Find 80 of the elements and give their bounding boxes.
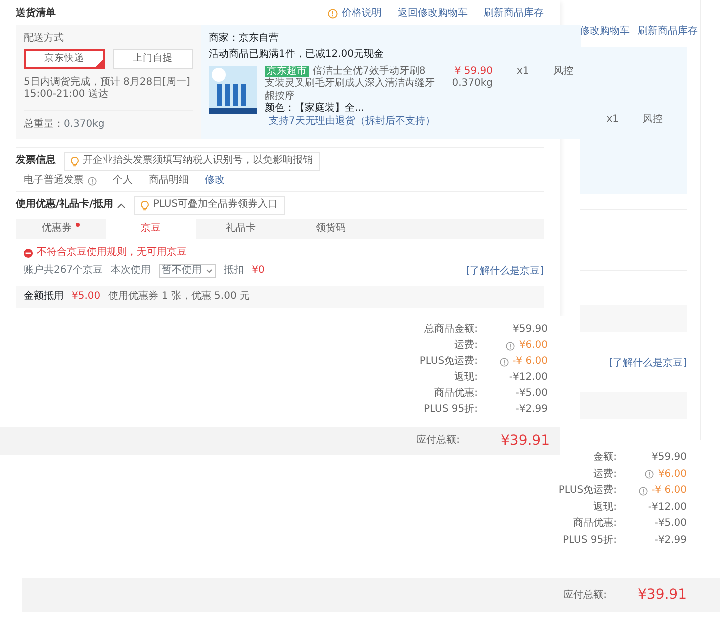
help-link[interactable]: [了解什么是京豆] xyxy=(466,266,544,278)
field-label: 抵扣 xyxy=(224,264,244,278)
field-label: 本次使用 xyxy=(111,264,152,278)
discount-value: ¥5.00 xyxy=(72,291,101,304)
section-title: 发票信息 xyxy=(16,155,56,168)
total-value: ¥59.90 xyxy=(513,324,548,337)
total-label: 商品优惠: xyxy=(434,388,478,401)
total-label: 金额: xyxy=(594,453,617,464)
total-label: 运费: xyxy=(454,340,478,353)
discount-text: 使用优惠券 1 张，优惠 5.00 元 xyxy=(108,291,250,304)
invoice-content: 商品明细 xyxy=(149,174,189,188)
field-label: 配送方式 xyxy=(24,32,65,45)
error-text: 不符合京豆使用规则，无可用京豆 xyxy=(37,247,187,260)
total-label: PLUS免运费: xyxy=(558,486,617,496)
section-title: 使用优惠/礼品卡/抵用 xyxy=(16,199,114,212)
caret-icon xyxy=(206,268,214,274)
shipping-option[interactable]: 京东快递 xyxy=(24,49,105,69)
status-text: 风控 xyxy=(643,114,663,126)
variant-text: 颜色：【家庭装】全... xyxy=(265,103,366,116)
return-policy: 支持7天无理由退货（拆封后不支持） xyxy=(269,116,436,128)
total-value: -¥5.00 xyxy=(516,388,548,401)
edit-link[interactable]: 修改 xyxy=(205,174,225,188)
total-label: PLUS 95折: xyxy=(562,536,617,546)
field-label: 金额抵用 xyxy=(24,291,64,304)
total-label: 返现: xyxy=(454,372,478,385)
total-value: ¥59.90 xyxy=(652,453,687,464)
payable-label: 应付总额: xyxy=(564,590,607,602)
total-value: -¥5.00 xyxy=(654,519,687,530)
help-link[interactable]: [了解什么是京豆] xyxy=(609,358,687,368)
quantity-text: x1 xyxy=(517,66,530,78)
total-label: PLUS 95折: xyxy=(424,404,478,417)
header-link[interactable]: 刷新商品库存 xyxy=(484,8,544,20)
price-text: ¥ 59.90 xyxy=(454,66,493,78)
seller-text: 商家：京东自营 xyxy=(209,32,280,45)
total-value: ¥6.00 xyxy=(519,340,548,353)
quantity-text: x1 xyxy=(606,114,619,126)
info-icon xyxy=(88,176,97,186)
total-value: ¥6.00 xyxy=(658,470,687,480)
total-label: 商品优惠: xyxy=(574,519,617,530)
total-value: -¥ 6.00 xyxy=(512,356,548,369)
total-value: -¥2.99 xyxy=(516,404,548,417)
shipping-option[interactable]: 上门自提 xyxy=(112,49,193,69)
error-icon xyxy=(24,249,33,258)
total-value: -¥12.00 xyxy=(648,502,687,513)
total-value: -¥ 6.00 xyxy=(652,486,687,496)
payable-amount: ¥39.91 xyxy=(637,587,687,604)
warning-icon xyxy=(328,9,338,20)
payable-amount: ¥39.91 xyxy=(500,432,551,450)
weight-value: 0.370kg xyxy=(64,118,105,132)
total-label: 总商品金额: xyxy=(424,324,478,337)
total-value: -¥12.00 xyxy=(509,372,548,385)
bulb-icon xyxy=(71,156,79,167)
tip-text: PLUS可叠加全品券领券入口 xyxy=(153,199,278,212)
field-label: 总重量： xyxy=(24,118,64,132)
header-link[interactable]: 返回修改购物车 xyxy=(398,8,468,20)
store-tag: 京东超市 xyxy=(265,66,309,76)
notification-dot xyxy=(76,222,80,227)
payable-label: 应付总额: xyxy=(416,435,460,448)
section-title: 送货清单 xyxy=(16,8,56,20)
tab[interactable]: 京豆 xyxy=(106,218,196,240)
account-text: 账户共267个京豆 xyxy=(24,264,104,278)
total-label: 返现: xyxy=(594,502,617,513)
product-name: 京东超市 倍洁士全优7效手动牙刷8支装灵叉刷毛牙刷成人深入清洁齿缝牙龈按摩 xyxy=(265,66,435,102)
header-link[interactable]: 价格说明 xyxy=(328,8,382,20)
amount-select[interactable]: 暂不使用 xyxy=(159,264,216,278)
deduct-value: ¥0 xyxy=(252,264,265,278)
status-text: 风控 xyxy=(553,66,574,78)
total-value: -¥2.99 xyxy=(654,536,687,546)
delivery-time: 5日内调货完成，预计 8月28日[周一] 15:00-21:00 送达 xyxy=(24,76,192,102)
invoice-title: 个人 xyxy=(113,174,133,188)
total-label: 运费: xyxy=(594,470,617,480)
bulb-icon xyxy=(141,200,150,211)
invoice-type: 电子普通发票 xyxy=(24,174,84,188)
promo-text: 活动商品已购满1件，已减12.00元现金 xyxy=(209,49,385,62)
cart-link[interactable]: 刷新商品库存 xyxy=(638,26,698,38)
weight-value: 0.370kg xyxy=(451,78,493,90)
chevron-icon[interactable] xyxy=(117,202,126,209)
cart-link[interactable]: 修改购物车 xyxy=(580,26,630,38)
tip-text: 开企业抬头发票须填写纳税人识别号，以免影响报销 xyxy=(83,155,313,168)
total-label: PLUS免运费: xyxy=(420,356,478,369)
